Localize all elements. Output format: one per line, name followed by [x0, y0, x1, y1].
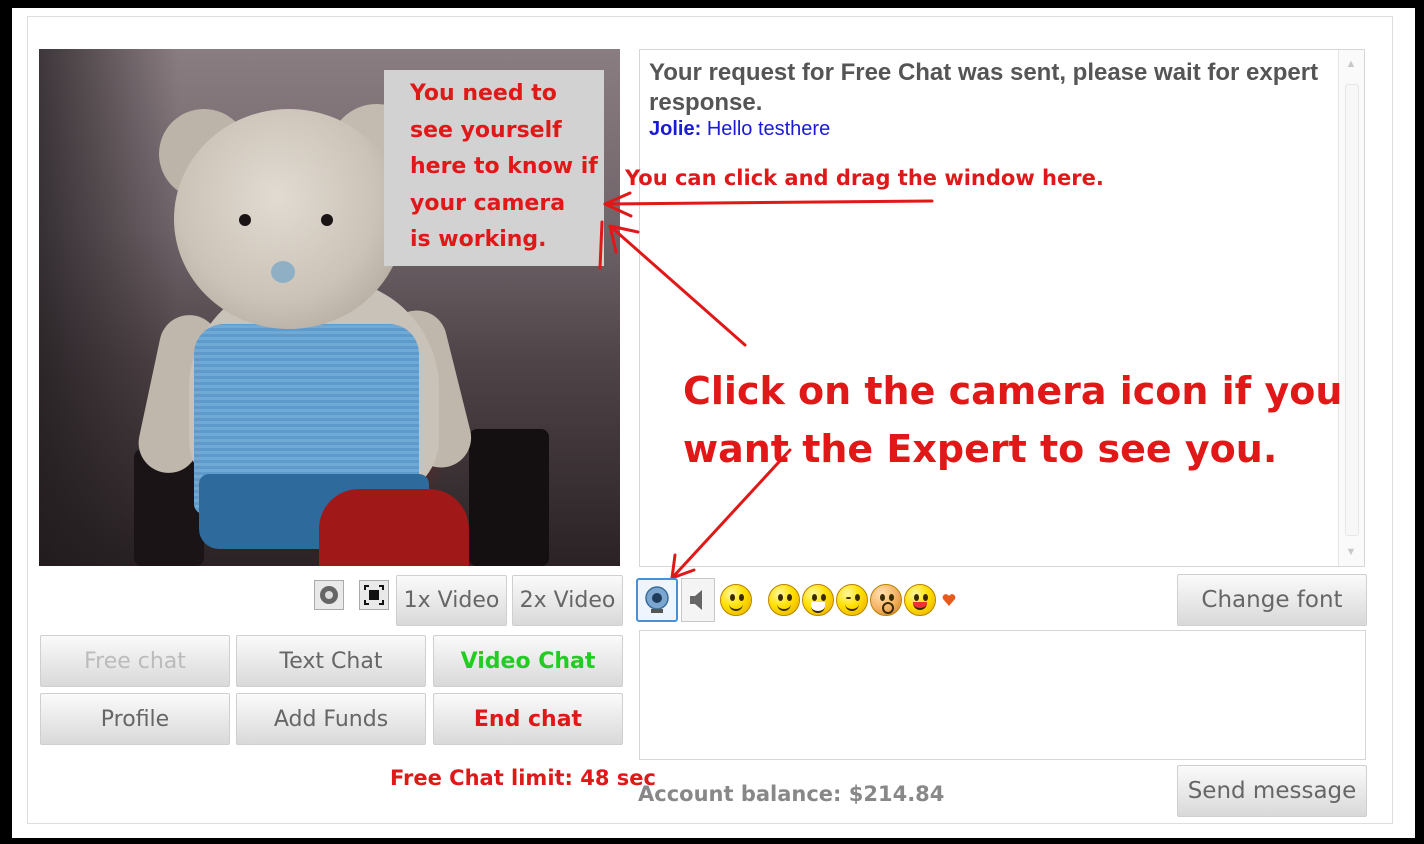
video-1x-button[interactable]: 1x Video	[396, 575, 507, 626]
heart-icon[interactable]	[942, 593, 956, 607]
camera-icon	[645, 586, 669, 613]
chat-message: Jolie: Hello testhere	[649, 118, 1329, 141]
surprised-icon[interactable]	[870, 584, 902, 616]
send-message-button[interactable]: Send message	[1177, 765, 1367, 817]
chat-message-text: Hello testhere	[706, 118, 831, 140]
webcam-settings-icon	[320, 586, 338, 604]
scroll-thumb[interactable]	[1345, 84, 1359, 536]
wink-icon[interactable]	[836, 584, 868, 616]
emoticon-bar	[720, 578, 956, 622]
video-2x-button[interactable]: 2x Video	[512, 575, 623, 626]
profile-button[interactable]: Profile	[40, 693, 230, 745]
smiley-menu-icon[interactable]	[720, 584, 752, 616]
text-chat-button[interactable]: Text Chat	[236, 635, 426, 687]
webcam-hint-note: You need to see yourself here to know if…	[384, 70, 604, 266]
chat-sender: Jolie:	[649, 118, 702, 140]
grin-icon[interactable]	[802, 584, 834, 616]
smile-icon[interactable]	[768, 584, 800, 616]
teddy-bear-head	[174, 109, 404, 329]
fullscreen-button[interactable]	[359, 580, 389, 610]
change-font-button[interactable]: Change font	[1177, 574, 1367, 626]
camera-button[interactable]	[636, 578, 678, 622]
free-chat-button[interactable]: Free chat	[40, 635, 230, 687]
drag-hint-annotation: You can click and drag the window here.	[625, 166, 1104, 190]
camera-hint-annotation: Click on the camera icon if you want the…	[683, 369, 1343, 471]
add-funds-button[interactable]: Add Funds	[236, 693, 426, 745]
fullscreen-icon	[364, 585, 384, 605]
sound-icon	[690, 590, 702, 610]
account-balance: Account balance: $214.84	[638, 782, 945, 806]
chat-status-message: Your request for Free Chat was sent, ple…	[649, 59, 1319, 116]
scroll-down-icon[interactable]: ▼	[1343, 544, 1359, 560]
chat-scrollbar[interactable]: ▲ ▼	[1338, 50, 1364, 566]
message-input[interactable]	[639, 630, 1366, 760]
tongue-icon[interactable]	[904, 584, 936, 616]
scroll-up-icon[interactable]: ▲	[1343, 56, 1359, 72]
chair-right	[469, 429, 549, 566]
webcam-settings-button[interactable]	[314, 580, 344, 610]
video-chat-button[interactable]: Video Chat	[433, 635, 623, 687]
sound-button[interactable]	[681, 578, 715, 622]
chat-log[interactable]: Your request for Free Chat was sent, ple…	[639, 49, 1365, 567]
free-chat-limit: Free Chat limit: 48 sec	[390, 766, 656, 790]
end-chat-button[interactable]: End chat	[433, 693, 623, 745]
